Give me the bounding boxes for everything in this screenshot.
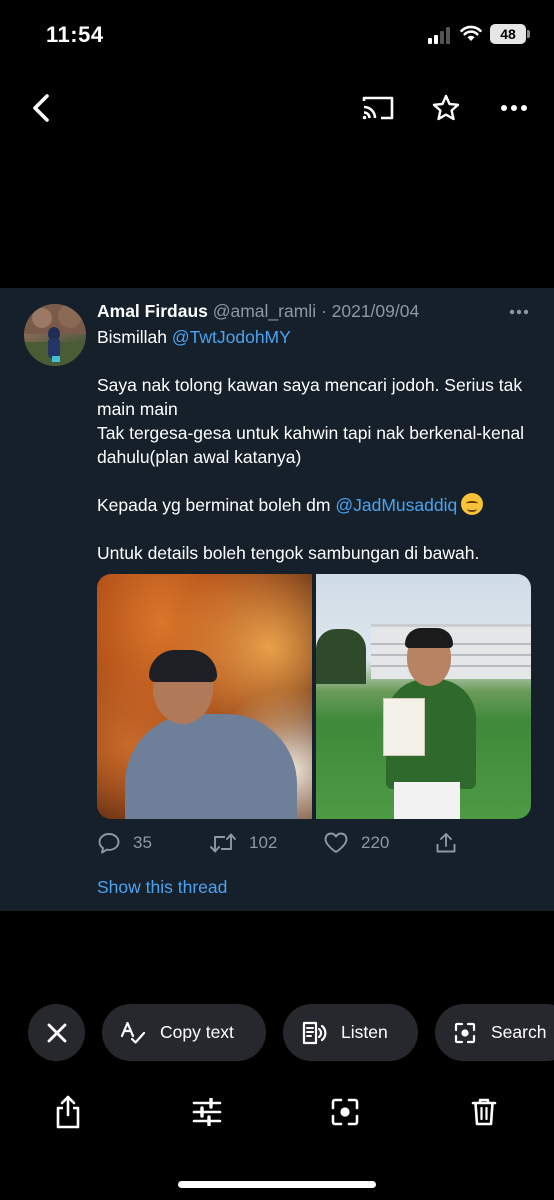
like-count: 220 [361,833,390,852]
copy-text-label: Copy text [160,1022,234,1042]
mention-link[interactable]: @JadMusaddiq [335,495,457,515]
delete-button[interactable] [457,1085,511,1139]
more-options-button[interactable] [489,78,539,138]
like-button[interactable]: 220 [323,828,389,858]
cast-icon [362,96,394,120]
adjust-button[interactable] [180,1085,234,1139]
listen-button[interactable]: Listen [283,1004,418,1061]
reply-count: 35 [133,833,152,852]
show-thread-link[interactable]: Show this thread [97,877,227,898]
read-aloud-icon [302,1021,327,1044]
more-horizontal-icon [501,105,527,111]
back-button[interactable] [16,78,66,138]
tweet-line: Untuk details boleh tengok sambungan di … [97,543,480,563]
battery-indicator: 48 [490,24,530,44]
trash-icon [471,1098,497,1126]
tweet-photo[interactable] [97,574,312,819]
author-handle-date: @amal_ramli · 2021/09/04 [207,301,420,321]
chevron-left-icon [33,94,49,122]
heart-icon [324,832,348,853]
bottom-toolbar [0,1085,554,1139]
author-name[interactable]: Amal Firdaus [97,301,208,321]
retweet-button[interactable]: 102 [209,828,277,858]
share-tweet-button[interactable] [434,828,458,858]
search-button[interactable]: Search [435,1004,554,1061]
cast-button[interactable] [353,78,403,138]
star-icon [432,94,460,121]
share-button[interactable] [41,1085,95,1139]
close-button[interactable] [28,1004,85,1061]
status-bar: 11:54 48 [0,0,554,70]
tweet-line: Tak tergesa-gesa untuk kahwin tapi nak b… [97,423,525,467]
text-select-icon [120,1021,146,1044]
tweet-text: Bismillah @TwtJodohMY Saya nak tolong ka… [97,325,537,565]
author-avatar[interactable] [24,304,86,366]
status-time: 11:54 [46,22,104,47]
top-navigation [0,78,554,138]
share-icon [56,1095,80,1129]
tweet-greeting: Bismillah [97,327,172,347]
tweet-media [97,574,531,819]
tweet-header: Amal Firdaus @amal_ramli · 2021/09/04 [97,301,419,322]
tweet-card[interactable]: Amal Firdaus @amal_ramli · 2021/09/04 Bi… [0,288,554,911]
favorite-button[interactable] [421,78,471,138]
sliders-icon [192,1098,222,1126]
tweet-actions: 35 102 220 [97,828,537,858]
close-icon [47,1023,66,1042]
share-icon [436,833,456,853]
retweet-icon [210,833,236,853]
lens-search-icon [331,1098,359,1126]
cellular-signal-icon [428,26,454,44]
mention-link[interactable]: @TwtJodohMY [172,327,291,347]
copy-text-button[interactable]: Copy text [102,1004,266,1061]
visual-lookup-button[interactable] [318,1085,372,1139]
home-indicator[interactable] [178,1181,376,1188]
listen-label: Listen [341,1022,388,1042]
wifi-icon [459,23,483,48]
tweet-line: Kepada yg berminat boleh dm [97,495,336,515]
search-label: Search [491,1022,547,1042]
lens-action-chips: Copy text Listen Search [0,1004,554,1062]
tweet-more-button[interactable] [505,302,533,322]
tweet-line: Saya nak tolong kawan saya mencari jodoh… [97,375,523,419]
tweet-photo[interactable] [316,574,531,819]
lens-search-icon [454,1022,476,1043]
smiling-emoji-icon [461,493,484,515]
more-horizontal-icon [509,309,529,315]
reply-button[interactable]: 35 [97,828,152,858]
retweet-count: 102 [249,833,278,852]
reply-icon [98,833,120,854]
